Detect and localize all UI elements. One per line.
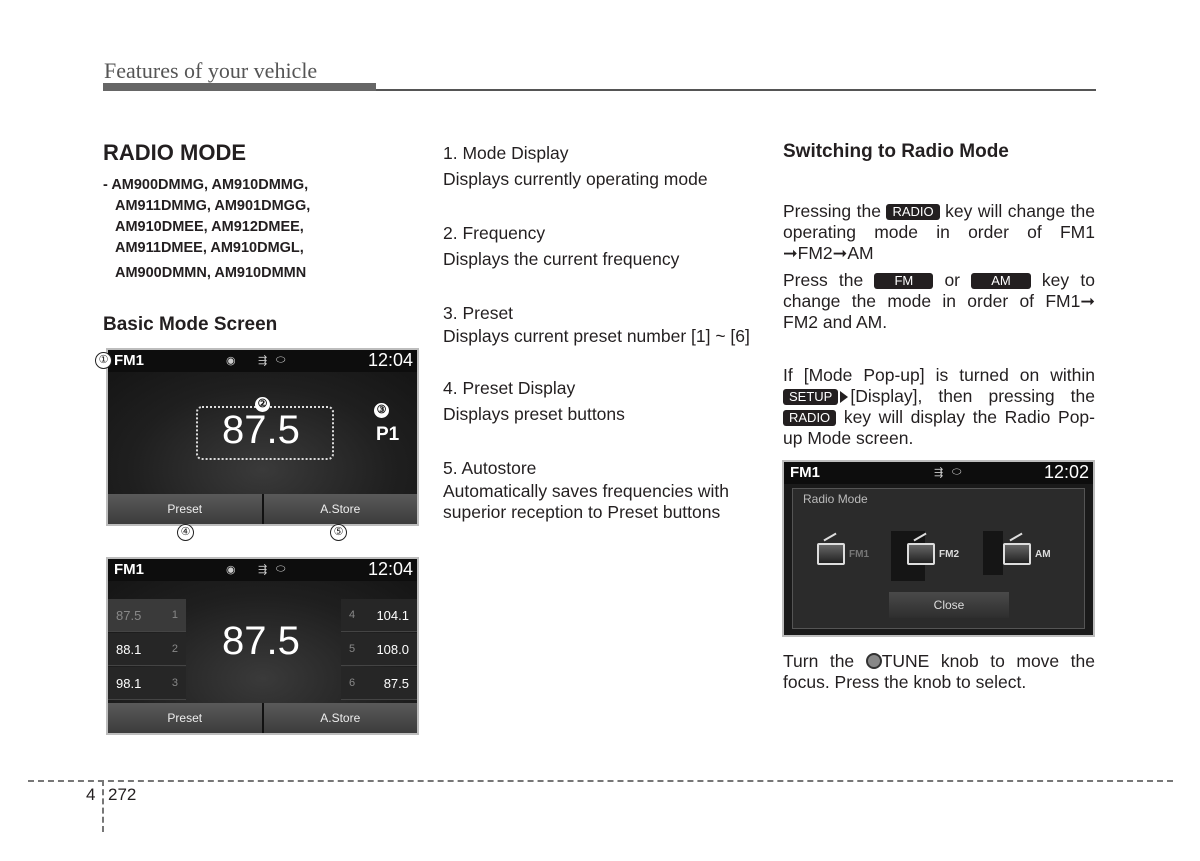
paragraph-popup: If [Mode Pop-up] is turned on within SET… [783,365,1095,448]
legend-item: 1. Mode Display Displays currently opera… [443,143,708,189]
legend-list: 1. Mode Display Displays currently opera… [443,140,763,551]
model-line: - AM900DMMG, AM910DMMG, [103,177,309,193]
callout-1: ① [95,352,112,369]
radio-key: RADIO [783,410,837,426]
callout-2: ② [255,397,270,412]
paragraph-fm-am-keys: Press the FM or AM key to change the mod… [783,270,1095,332]
radio-mode-heading: RADIO MODE [103,140,246,165]
header-bar [103,83,376,91]
option-am[interactable]: AM [1003,543,1051,565]
preset-button[interactable]: Preset [108,494,262,524]
option-fm1[interactable]: FM1 [817,543,869,565]
mode-display: FM1 [114,561,144,578]
radio-key: RADIO [886,204,940,220]
preset-button[interactable]: Preset [108,703,262,733]
status-bar: FM1 ◉ ⇶ ⬭ 12:04 [108,559,417,581]
chapter-number: 4 [86,785,96,804]
model-line: AM900DMMN, AM910DMMN [115,265,307,281]
callout-3: ③ [374,403,389,418]
preset-4[interactable]: 4 104.1 [341,599,417,632]
preset-1[interactable]: 87.5 1 [108,599,186,632]
preset-2[interactable]: 88.1 2 [108,633,186,666]
clock: 12:04 [367,559,413,579]
section-title: Features of your vehicle [104,58,318,83]
ipod-icon: ⬭ [276,354,289,366]
setup-key: SETUP [783,389,839,405]
fm-key: FM [874,273,934,289]
am-key: AM [971,273,1031,289]
legend-item: 3. Preset Displays current preset number… [443,303,750,346]
switching-heading: Switching to Radio Mode [783,141,1009,162]
mode-display: FM1 [790,464,820,481]
radio-icon [817,543,845,565]
status-bar: FM1 ⇶ ⬭ 12:02 [784,462,1093,484]
disc-icon: ◉ [226,564,239,576]
paragraph-tune: Turn the TUNE knob to move the focus. Pr… [783,651,1095,692]
close-button[interactable]: Close [889,592,1009,618]
basic-mode-screen-heading: Basic Mode Screen [103,314,278,335]
page-number: 272 [108,785,137,804]
model-line: AM911DMEE, AM910DMGL, [115,240,304,256]
clock: 12:02 [1043,462,1089,482]
clock: 12:04 [367,350,413,370]
arrow-right-icon [840,391,849,403]
popup-title: Radio Mode [803,492,868,506]
radio-mode-popup-screen: FM1 ⇶ ⬭ 12:02 Radio Mode FM1 FM2 AM Clos… [782,460,1095,637]
disc-icon: ◉ [226,355,239,367]
frequency-display: 87.5 [222,408,300,452]
callout-4: ④ [177,524,194,541]
model-line: AM911DMMG, AM901DMGG, [115,198,311,214]
preset-3[interactable]: 98.1 3 [108,667,186,700]
paragraph-radio-key: Pressing the RADIO key will change the o… [783,201,1095,263]
autostore-button[interactable]: A.Store [263,703,417,733]
footer-rule [28,780,1173,782]
usb-icon: ⇶ [934,467,947,479]
radio-icon [1003,543,1031,565]
ipod-icon: ⬭ [276,563,289,575]
legend-item: 2. Frequency Displays the current freque… [443,223,680,269]
preset-6[interactable]: 6 87.5 [341,667,417,700]
preset-5[interactable]: 5 108.0 [341,633,417,666]
model-list: - AM900DMMG, AM910DMMG, AM911DMMG, AM901… [103,175,310,284]
basic-mode-screen: FM1 ◉ ⇶ ⬭ 12:04 87.5 ② ③ P1 Preset A.Sto… [106,348,419,526]
frequency-display: 87.5 [222,619,300,663]
usb-icon: ⇶ [258,564,271,576]
legend-item: 5. Autostore Automatically saves frequen… [443,458,729,522]
model-line: AM910DMEE, AM912DMEE, [115,219,304,235]
footer-divider [102,780,104,832]
tune-knob-icon [865,653,882,669]
header-rule [376,89,1096,91]
callout-5: ⑤ [330,524,347,541]
legend-item: 4. Preset Display Displays preset button… [443,378,625,424]
option-fm2[interactable]: FM2 [907,543,959,565]
preset-number: P1 [376,424,400,445]
radio-icon [907,543,935,565]
mode-display: FM1 [114,352,144,369]
status-bar: FM1 ◉ ⇶ ⬭ 12:04 [108,350,417,372]
preset-display-screen: FM1 ◉ ⇶ ⬭ 12:04 87.5 1 88.1 2 98.1 3 87.… [106,557,419,735]
usb-icon: ⇶ [258,355,271,367]
popup-panel: Radio Mode FM1 FM2 AM Close [792,488,1085,629]
autostore-button[interactable]: A.Store [263,494,417,524]
ipod-icon: ⬭ [952,466,965,478]
